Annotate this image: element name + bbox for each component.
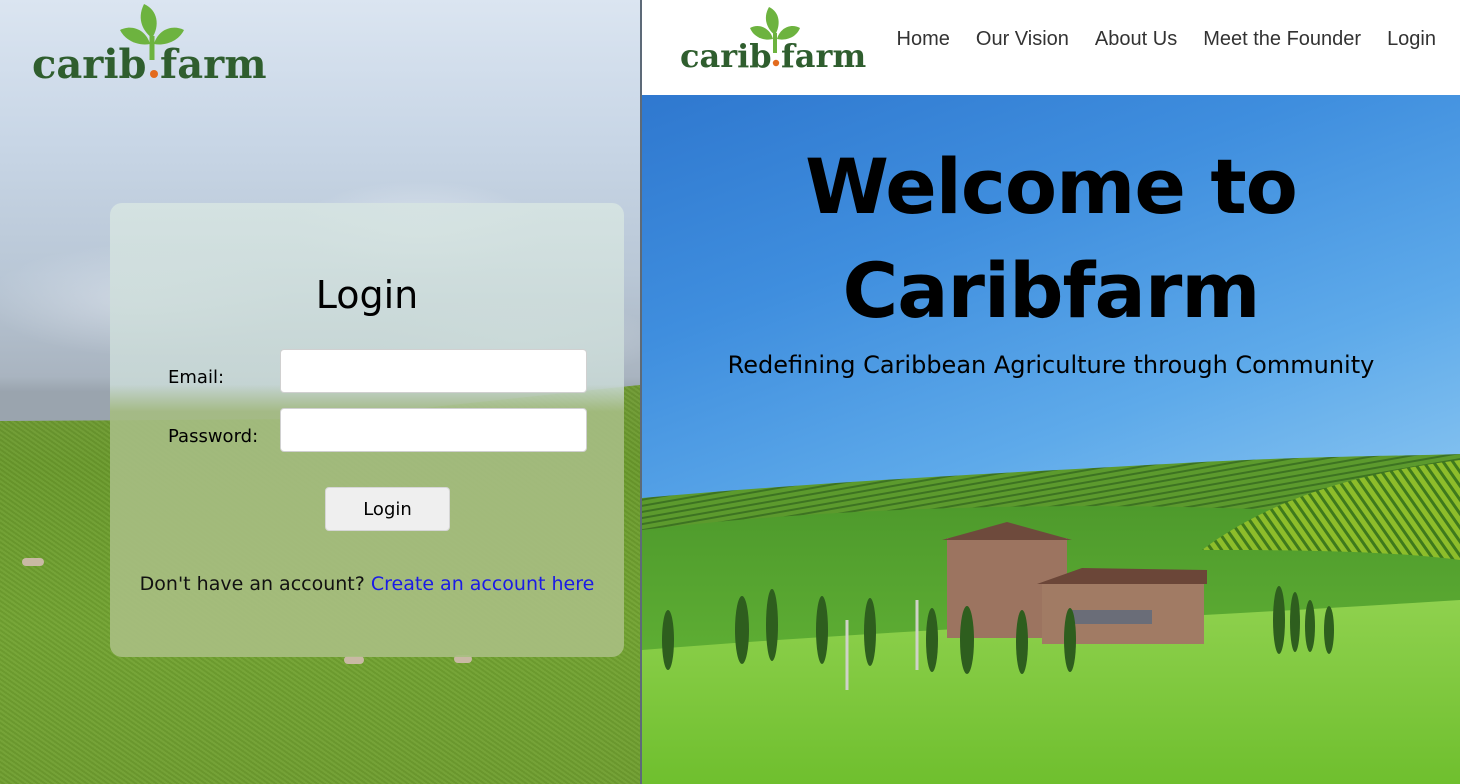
hero-title-line-2: Caribfarm (842, 246, 1260, 335)
password-input[interactable] (280, 408, 587, 452)
home-page: carib farm Home Our Vision About Us Meet… (642, 0, 1460, 784)
svg-text:carib: carib (680, 37, 772, 71)
seed-dot-icon (150, 70, 158, 78)
svg-text:carib: carib (32, 41, 147, 84)
signup-prompt-text: Don't have an account? (139, 573, 365, 595)
farm-landscape-image (642, 454, 1460, 784)
hero-title-line-1: Welcome to (805, 142, 1298, 231)
nav-links: Home Our Vision About Us Meet the Founde… (897, 28, 1436, 51)
sheep-image (22, 558, 44, 566)
navbar: carib farm Home Our Vision About Us Meet… (642, 0, 1460, 95)
caribfarm-logo[interactable]: carib farm (680, 5, 870, 71)
login-card: Login Email: Password: Login Don't have … (110, 203, 624, 657)
create-account-link[interactable]: Create an account here (371, 573, 594, 595)
email-input[interactable] (280, 349, 587, 393)
email-label: Email: (168, 367, 225, 388)
hero-subtitle: Redefining Caribbean Agriculture through… (727, 351, 1375, 379)
svg-text:farm: farm (160, 41, 267, 84)
svg-text:farm: farm (781, 37, 866, 71)
nav-meet-the-founder[interactable]: Meet the Founder (1203, 28, 1361, 51)
seed-dot-icon (772, 59, 780, 67)
caribfarm-logo[interactable]: carib farm (32, 2, 272, 84)
login-page: carib farm Login Email: Password: Login … (0, 0, 640, 784)
login-title: Login (315, 273, 419, 317)
signup-prompt: Don't have an account? Create an account… (110, 573, 624, 595)
password-label: Password: (168, 426, 259, 447)
login-submit-button[interactable]: Login (325, 487, 450, 531)
nav-about-us[interactable]: About Us (1095, 28, 1177, 51)
nav-login[interactable]: Login (1387, 28, 1436, 51)
hero-title: Welcome to Caribfarm (642, 135, 1460, 343)
nav-home[interactable]: Home (897, 28, 950, 51)
sheep-image (344, 656, 364, 664)
nav-our-vision[interactable]: Our Vision (976, 28, 1069, 51)
hero-section: Welcome to Caribfarm Redefining Caribbea… (642, 95, 1460, 784)
